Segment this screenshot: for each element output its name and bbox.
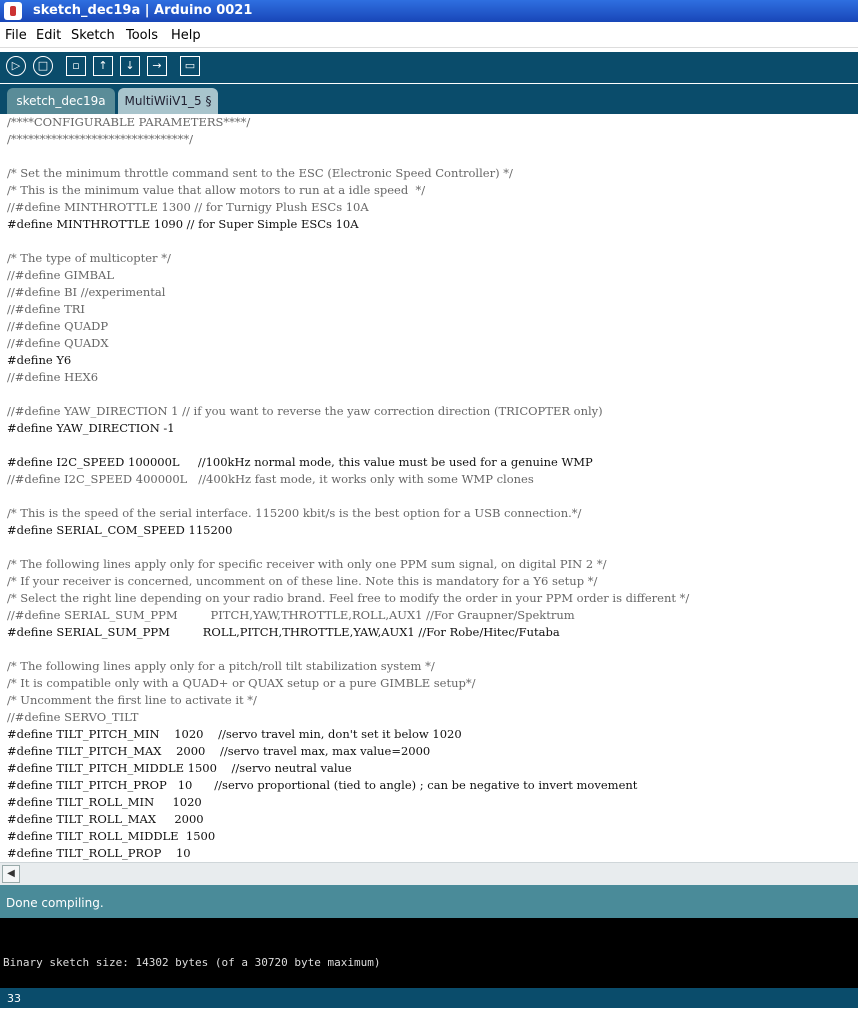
code-line: /* The type of multicopter */ [7,251,171,265]
serial-monitor-icon[interactable]: ▭ [180,56,200,76]
run-icon[interactable]: ▷ [6,56,26,76]
new-icon[interactable]: ▫ [66,56,86,76]
java-app-icon [4,2,22,20]
code-line: //#define SERIAL_SUM_PPM PITCH,YAW,THROT… [7,608,575,622]
code-line: /****CONFIGURABLE PARAMETERS****/ [7,115,251,129]
code-line: #define TILT_PITCH_PROP 10 //servo propo… [7,778,638,792]
menu-help[interactable]: Help [171,25,201,47]
code-line: #define MINTHROTTLE 1090 // for Super Si… [7,217,359,231]
tab-multiwii[interactable]: MultiWiiV1_5 § [118,88,218,114]
status-message: Done compiling. [6,896,104,910]
code-line: #define I2C_SPEED 100000L //100kHz norma… [7,455,593,469]
footer-bar: 33 [0,988,858,1008]
code-line: #define TILT_ROLL_PROP 10 [7,846,191,860]
stop-icon[interactable]: □ [33,56,53,76]
console-output: Binary sketch size: 14302 bytes (of a 30… [0,918,858,988]
code-line: /* This is the minimum value that allow … [7,183,426,197]
code-line: #define YAW_DIRECTION -1 [7,421,175,435]
console-text: Binary sketch size: 14302 bytes (of a 30… [3,956,381,969]
tab-sketch-dec19a[interactable]: sketch_dec19a [7,88,115,114]
code-line: #define TILT_PITCH_MAX 2000 //servo trav… [7,744,431,758]
code-line: /* If your receiver is concerned, uncomm… [7,574,598,588]
code-line: //#define QUADX [7,336,109,350]
code-line: //#define MINTHROTTLE 1300 // for Turnig… [7,200,369,214]
menu-sketch[interactable]: Sketch [71,25,115,47]
title-bar: sketch_dec19a | Arduino 0021 [0,0,858,22]
code-line: /* It is compatible only with a QUAD+ or… [7,676,476,690]
code-line: //#define QUADP [7,319,109,333]
menu-edit[interactable]: Edit [36,25,61,47]
code-line: //#define I2C_SPEED 400000L //400kHz fas… [7,472,534,486]
code-line: //#define YAW_DIRECTION 1 // if you want… [7,404,603,418]
code-line: /* Set the minimum throttle command sent… [7,166,513,180]
code-line: #define TILT_PITCH_MIDDLE 1500 //servo n… [7,761,352,775]
upload-icon[interactable]: → [147,56,167,76]
code-line: #define SERIAL_SUM_PPM ROLL,PITCH,THROTT… [7,625,560,639]
code-line: //#define BI //experimental [7,285,166,299]
code-line: #define TILT_ROLL_MIDDLE 1500 [7,829,216,843]
code-line: /* Select the right line depending on yo… [7,591,690,605]
code-line: #define Y6 [7,353,72,367]
menu-file[interactable]: File [5,25,27,47]
code-line: #define TILT_PITCH_MIN 1020 //servo trav… [7,727,462,741]
code-line: //#define TRI [7,302,85,316]
code-line: #define SERIAL_COM_SPEED 115200 [7,523,233,537]
open-icon[interactable]: ↑ [93,56,113,76]
status-bar: Done compiling. [0,885,858,918]
code-line: #define TILT_ROLL_MAX 2000 [7,812,204,826]
horizontal-scrollbar[interactable]: ◀ [0,862,858,885]
code-line: //#define GIMBAL [7,268,114,282]
code-editor[interactable]: /****CONFIGURABLE PARAMETERS****/ /*****… [0,114,858,862]
menu-bar: File Edit Sketch Tools Help [0,25,858,48]
save-icon[interactable]: ↓ [120,56,140,76]
line-number: 33 [7,992,21,1005]
code-line: /* The following lines apply only for a … [7,659,435,673]
code-line: /* Uncomment the first line to activate … [7,693,257,707]
menu-tools[interactable]: Tools [126,25,158,47]
code-line: /* This is the speed of the serial inter… [7,506,582,520]
window-title: sketch_dec19a | Arduino 0021 [33,3,253,18]
code-line: //#define SERVO_TILT [7,710,139,724]
code-line: /* The following lines apply only for sp… [7,557,607,571]
tab-bar: sketch_dec19a MultiWiiV1_5 § [0,84,858,114]
scroll-left-icon[interactable]: ◀ [2,865,20,883]
code-line: //#define HEX6 [7,370,99,384]
code-line: /*******************************/ [7,132,193,146]
code-line: #define TILT_ROLL_MIN 1020 [7,795,202,809]
toolbar: ▷ □ ▫ ↑ ↓ → ▭ [0,52,858,83]
